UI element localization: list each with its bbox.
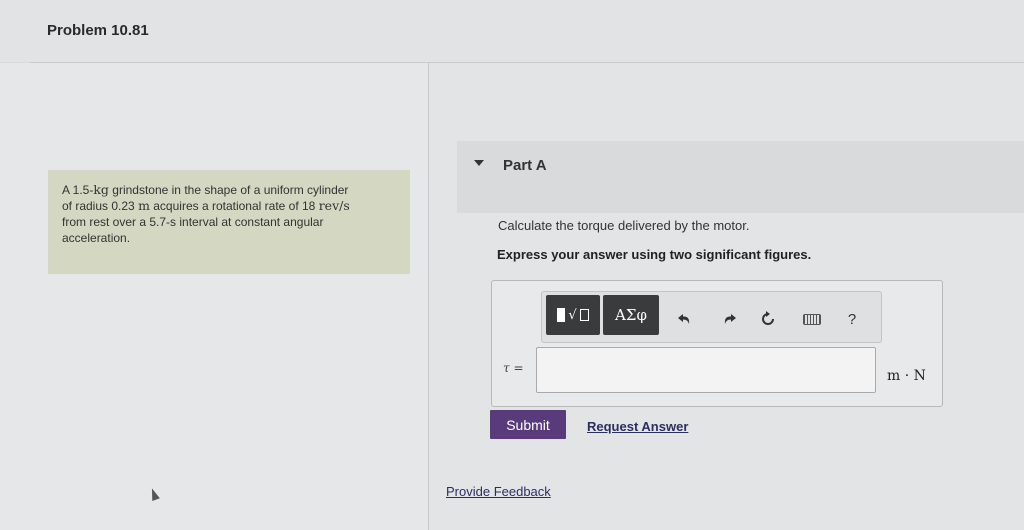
part-a-header[interactable] [457,141,1024,213]
problem-text: acquires a rotational rate of 18 [149,199,319,213]
greek-symbols-button[interactable]: ΑΣφ [603,295,659,335]
answer-variable-label: τ = [503,361,524,375]
provide-feedback-link[interactable]: Provide Feedback [446,484,551,499]
problem-text: of radius 0.23 [62,199,139,213]
part-a-label[interactable]: Part A [503,157,547,174]
page-header [0,0,1024,62]
keyboard-icon [803,313,821,325]
keyboard-button[interactable] [799,306,825,332]
mass-unit: kg [93,182,109,197]
rate-unit: rev/s [318,198,350,213]
submit-button[interactable]: Submit [490,410,566,439]
problem-statement: A 1.5-kg grindstone in the shape of a un… [48,170,410,274]
instruction-text: Express your answer using two significan… [497,247,812,262]
panel-divider [428,63,429,530]
templates-button[interactable]: √ [546,295,600,335]
problem-text: grindstone in the shape of a uniform cyl… [108,183,349,197]
undo-icon[interactable] [672,306,698,332]
problem-text: A 1.5- [62,183,94,197]
radius-unit: m [138,198,150,213]
page-title: Problem 10.81 [47,22,149,39]
radical-icon: √ [568,307,577,323]
units-label: m · N [887,368,926,384]
collapse-arrow-icon[interactable] [474,160,484,166]
problem-text: acceleration. [62,231,131,245]
filled-box-icon [557,308,566,322]
problem-text: from rest over a 5.7-s interval at const… [62,215,324,229]
help-button[interactable]: ? [839,306,865,332]
problem-panel [0,63,428,530]
answer-input[interactable] [536,347,876,393]
request-answer-link[interactable]: Request Answer [587,419,688,434]
empty-box-icon [579,309,589,321]
redo-icon[interactable] [716,306,742,332]
reset-icon[interactable] [755,306,781,332]
question-text: Calculate the torque delivered by the mo… [498,218,750,233]
